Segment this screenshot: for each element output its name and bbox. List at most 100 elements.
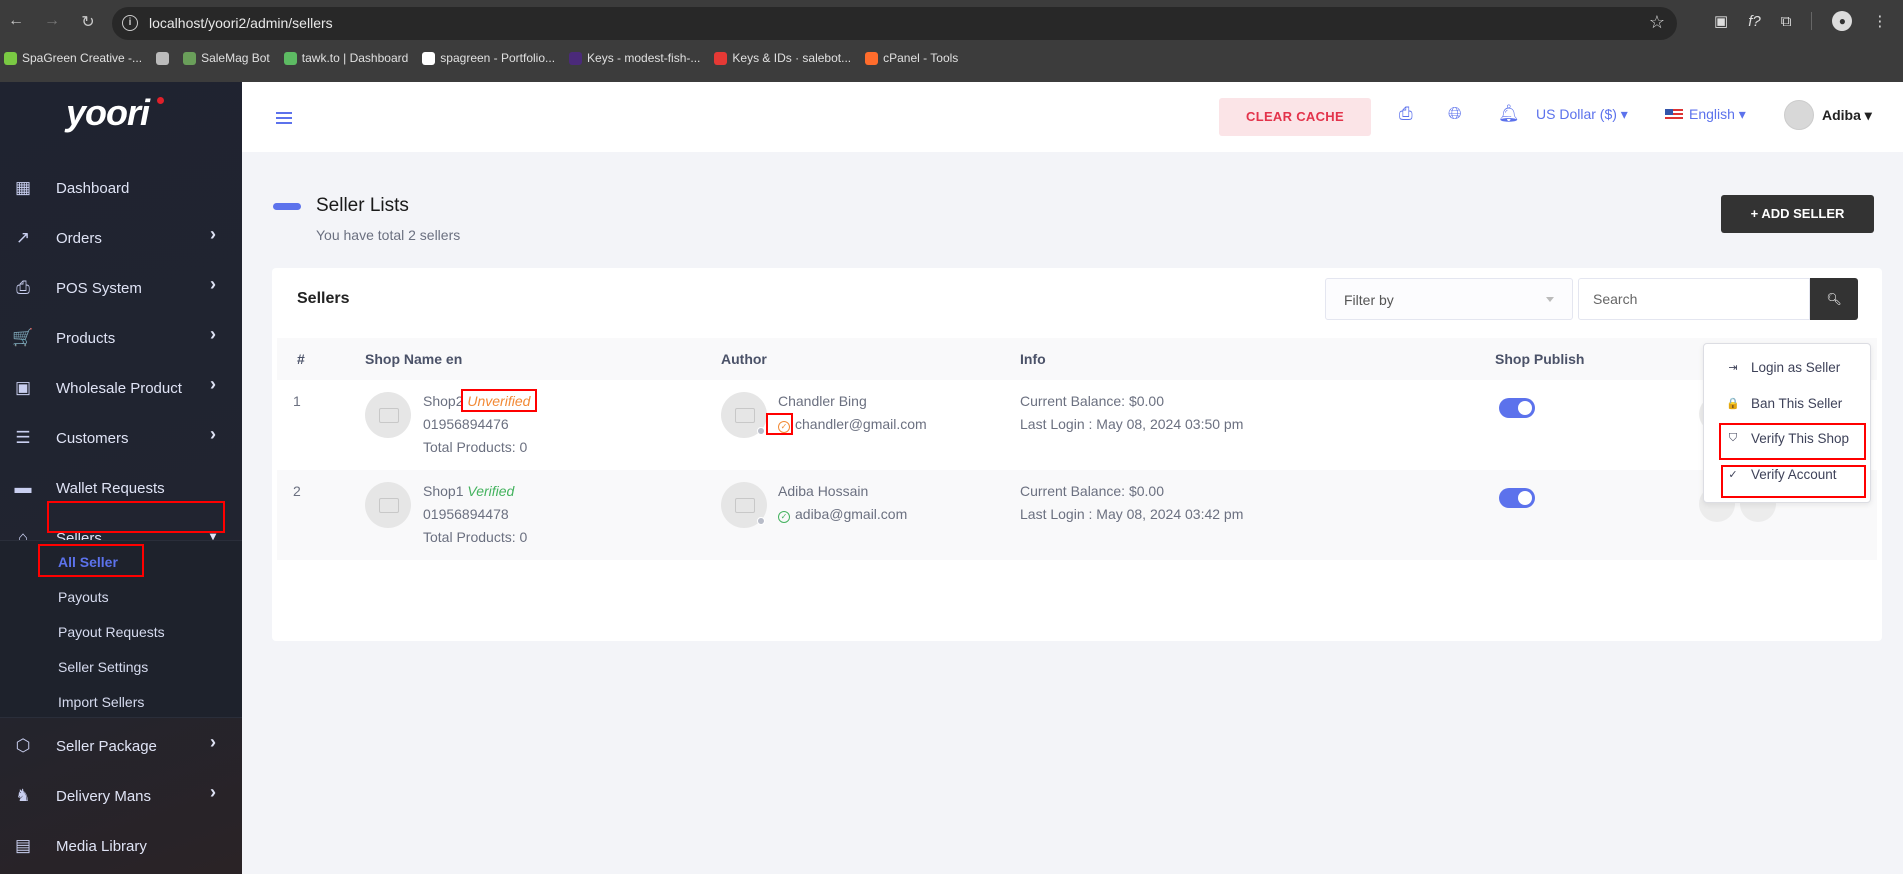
chevron-right-icon: ›: [210, 374, 216, 394]
sidebar-item-orders[interactable]: ↗ Orders ›: [0, 218, 242, 258]
submenu-item-seller-settings[interactable]: Seller Settings: [58, 659, 148, 675]
last-login: Last Login : May 08, 2024 03:50 pm: [1020, 416, 1244, 432]
dashboard-icon: ▦: [14, 178, 32, 197]
sidebar-item-wholesale-product[interactable]: ▣ Wholesale Product ›: [0, 368, 242, 408]
sidebar-item-label: Dashboard: [56, 179, 130, 197]
highlight-email-verify-icon: [766, 413, 793, 435]
row-index: 2: [293, 483, 301, 499]
bookmark-favicon-icon: [714, 51, 728, 65]
card-title: Sellers: [297, 290, 350, 307]
globe-icon[interactable]: 🌐︎: [1448, 104, 1462, 124]
submenu-item-payout-requests[interactable]: Payout Requests: [58, 624, 165, 640]
shop-publish-toggle[interactable]: [1499, 488, 1535, 508]
author-email-line: ✓ adiba@gmail.com: [778, 503, 907, 526]
shop-cell: Shop1 Verified 01956894478 Total Products:…: [423, 480, 527, 549]
sellers-card: Sellers Filter by Search 🔍︎ # Shop Name …: [272, 268, 1882, 641]
column-header: #: [297, 351, 305, 367]
package-icon: ⬡: [15, 736, 31, 755]
us-flag-icon: [1665, 108, 1683, 121]
sidebar-item-label: Customers: [56, 429, 129, 447]
column-header: Shop Publish: [1495, 351, 1585, 367]
current-balance: Current Balance: $0.00: [1020, 393, 1164, 409]
row-index: 1: [293, 393, 301, 409]
bookmark-item[interactable]: [156, 51, 170, 65]
author-cell: Adiba Hossain ✓ adiba@gmail.com: [778, 480, 907, 526]
submenu-item-payouts[interactable]: Payouts: [58, 589, 109, 605]
last-login: Last Login : May 08, 2024 03:42 pm: [1020, 506, 1244, 522]
shop-name[interactable]: Shop2: [423, 393, 463, 409]
back-icon[interactable]: ←: [6, 12, 26, 32]
cart-icon: 🛒: [12, 328, 34, 347]
language-dropdown[interactable]: English ▾: [1665, 106, 1746, 123]
bookmark-item[interactable]: tawk.to | Dashboard: [283, 51, 409, 65]
reload-icon[interactable]: ↻: [78, 12, 98, 32]
submenu-item-import-sellers[interactable]: Import Sellers: [58, 694, 144, 710]
file-icon: ▤: [14, 836, 32, 855]
shop-publish-toggle[interactable]: [1499, 398, 1535, 418]
shop-total-products: Total Products: 0: [423, 439, 528, 455]
chevron-right-icon: ›: [210, 224, 216, 244]
table-row: 2 Shop1 Verified 01956894478 Total Products…: [277, 470, 1877, 560]
bookmark-favicon-icon: [865, 51, 879, 65]
shop-total-products: Total Products: 0: [423, 529, 528, 545]
bookmark-item[interactable]: SpaGreen Creative -...: [4, 51, 142, 65]
site-info-icon[interactable]: i: [122, 15, 138, 31]
printer-icon[interactable]: ⎙: [1399, 104, 1413, 124]
user-menu[interactable]: Adiba ▾: [1784, 100, 1872, 130]
bell-icon[interactable]: 🔔︎: [1498, 104, 1520, 124]
sidebar-item-media-library[interactable]: ▤ Media Library: [0, 826, 242, 866]
dropdown-item-login-as-seller[interactable]: ⇥ Login as Seller: [1726, 360, 1840, 375]
sidebar-item-delivery-mans[interactable]: ♞ Delivery Mans ›: [0, 776, 242, 816]
font-ext-icon[interactable]: f?: [1748, 13, 1761, 30]
bookmark-item[interactable]: SaleMag Bot: [183, 51, 270, 65]
author-email: chandler@gmail.com: [795, 416, 927, 432]
bookmark-favicon-icon: [422, 51, 436, 65]
browser-chrome: ← → ↻ i localhost/yoori2/admin/sellers ☆…: [0, 0, 1903, 82]
logo[interactable]: yoori: [66, 92, 150, 134]
forward-icon[interactable]: →: [42, 12, 62, 32]
sidebar-item-products[interactable]: 🛒 Products ›: [0, 318, 242, 358]
highlight-all-seller: [38, 544, 144, 577]
sidebar-item-pos-system[interactable]: ⎙ POS System ›: [0, 268, 242, 308]
bookmark-star-icon[interactable]: ☆: [1649, 12, 1665, 33]
search-input[interactable]: Search: [1578, 278, 1810, 320]
extensions-icon[interactable]: ⧉: [1781, 13, 1792, 30]
bookmark-label: spagreen - Portfolio...: [440, 51, 556, 65]
search-button[interactable]: 🔍︎: [1810, 278, 1858, 320]
menu-toggle-icon[interactable]: [276, 112, 292, 124]
sidebar-item-label: POS System: [56, 279, 142, 297]
sidebar-item-label: Orders: [56, 229, 102, 247]
url-text[interactable]: localhost/yoori2/admin/sellers: [149, 15, 333, 31]
address-bar[interactable]: i localhost/yoori2/admin/sellers ☆: [112, 7, 1677, 40]
highlight-unverified: [461, 389, 537, 412]
picture-in-picture-icon[interactable]: ▣: [1714, 12, 1728, 30]
dropdown-item-ban-this-seller[interactable]: 🔒 Ban This Seller: [1726, 396, 1842, 411]
shop-name[interactable]: Shop1: [423, 483, 463, 499]
bookmark-label: tawk.to | Dashboard: [301, 51, 409, 65]
sidebar-item-dashboard[interactable]: ▦ Dashboard: [0, 168, 242, 208]
lock-icon: 🔒: [1726, 398, 1740, 410]
bookmark-item[interactable]: spagreen - Portfolio...: [422, 51, 555, 65]
sidebar-item-label: Wallet Requests: [56, 479, 165, 497]
sidebar-item-seller-package[interactable]: ⬡ Seller Package ›: [0, 726, 242, 766]
author-name: Chandler Bing: [778, 393, 867, 409]
column-header: Author: [721, 351, 767, 367]
add-seller-button[interactable]: + ADD SELLER: [1721, 195, 1874, 233]
bookmark-item[interactable]: Keys & IDs · salebot...: [714, 51, 851, 65]
shop-phone: 01956894476: [423, 416, 509, 432]
dropdown-item-label: Ban This Seller: [1751, 396, 1843, 411]
clear-cache-button[interactable]: CLEAR CACHE: [1219, 98, 1371, 136]
dropdown-item-label: Login as Seller: [1751, 360, 1841, 375]
trending-icon: ↗: [15, 228, 31, 247]
sidebar-item-customers[interactable]: ☰ Customers ›: [0, 418, 242, 458]
currency-dropdown[interactable]: US Dollar ($) ▾: [1536, 106, 1628, 123]
menu-kebab-icon[interactable]: ⋮: [1872, 12, 1887, 30]
filter-select[interactable]: Filter by: [1325, 278, 1573, 320]
shop-phone: 01956894478: [423, 506, 509, 522]
profile-icon[interactable]: ●: [1832, 11, 1853, 31]
bookmark-item[interactable]: cPanel - Tools: [865, 51, 958, 65]
filter-placeholder: Filter by: [1344, 292, 1394, 308]
bookmark-label: SpaGreen Creative -...: [22, 51, 143, 65]
online-status-dot: [757, 517, 765, 525]
bookmark-item[interactable]: Keys - modest-fish-...: [569, 51, 700, 65]
